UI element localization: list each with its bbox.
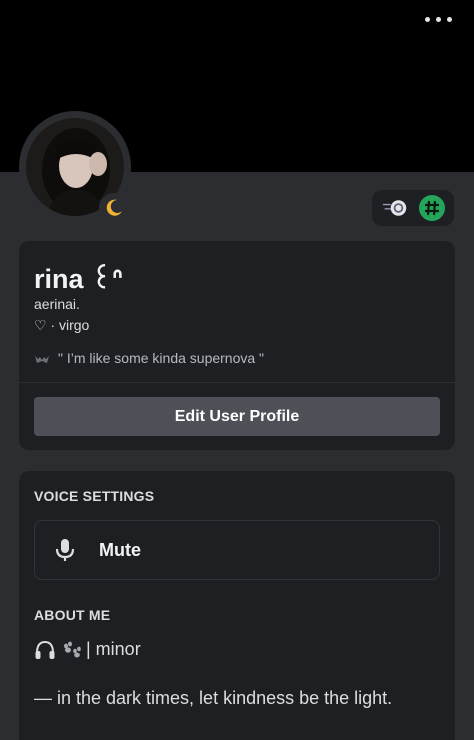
settings-card: VOICE SETTINGS Mute ABOUT ME | minor — i… xyxy=(19,471,455,740)
username: aerinai. xyxy=(34,296,80,312)
display-name: rina ꒰ᐢ xyxy=(34,264,123,294)
hashtag-badge-icon[interactable] xyxy=(418,195,445,221)
mute-label: Mute xyxy=(99,539,141,560)
paw-prints-icon xyxy=(64,641,81,657)
more-dot-icon xyxy=(436,17,441,22)
about-line-1-text: | minor xyxy=(86,639,141,659)
badge-list xyxy=(372,190,454,226)
divider xyxy=(19,382,455,383)
headphones-icon xyxy=(35,640,55,659)
microphone-icon xyxy=(55,539,75,561)
edit-user-profile-button[interactable]: Edit User Profile xyxy=(34,397,440,436)
about-line-2: — in the dark times, let kindness be the… xyxy=(34,688,393,708)
custom-status-text: " I’m like some kinda supernova " xyxy=(58,350,265,366)
more-dot-icon xyxy=(447,17,452,22)
profile-card: rina ꒰ᐢ aerinai. ♡ · virgo " I’m like so… xyxy=(19,241,455,450)
more-dot-icon xyxy=(425,17,430,22)
voice-settings-heading: VOICE SETTINGS xyxy=(34,488,155,504)
mute-button[interactable]: Mute xyxy=(34,520,440,580)
idle-status-icon xyxy=(99,193,129,223)
about-me-heading: ABOUT ME xyxy=(34,607,111,623)
nitro-badge-icon[interactable] xyxy=(382,195,408,221)
bat-emoji-icon xyxy=(35,356,49,363)
pronouns: ♡ · virgo xyxy=(34,317,90,333)
custom-status: " I’m like some kinda supernova " xyxy=(34,350,264,366)
about-line-1: | minor xyxy=(34,639,141,660)
more-options-button[interactable] xyxy=(425,17,452,22)
